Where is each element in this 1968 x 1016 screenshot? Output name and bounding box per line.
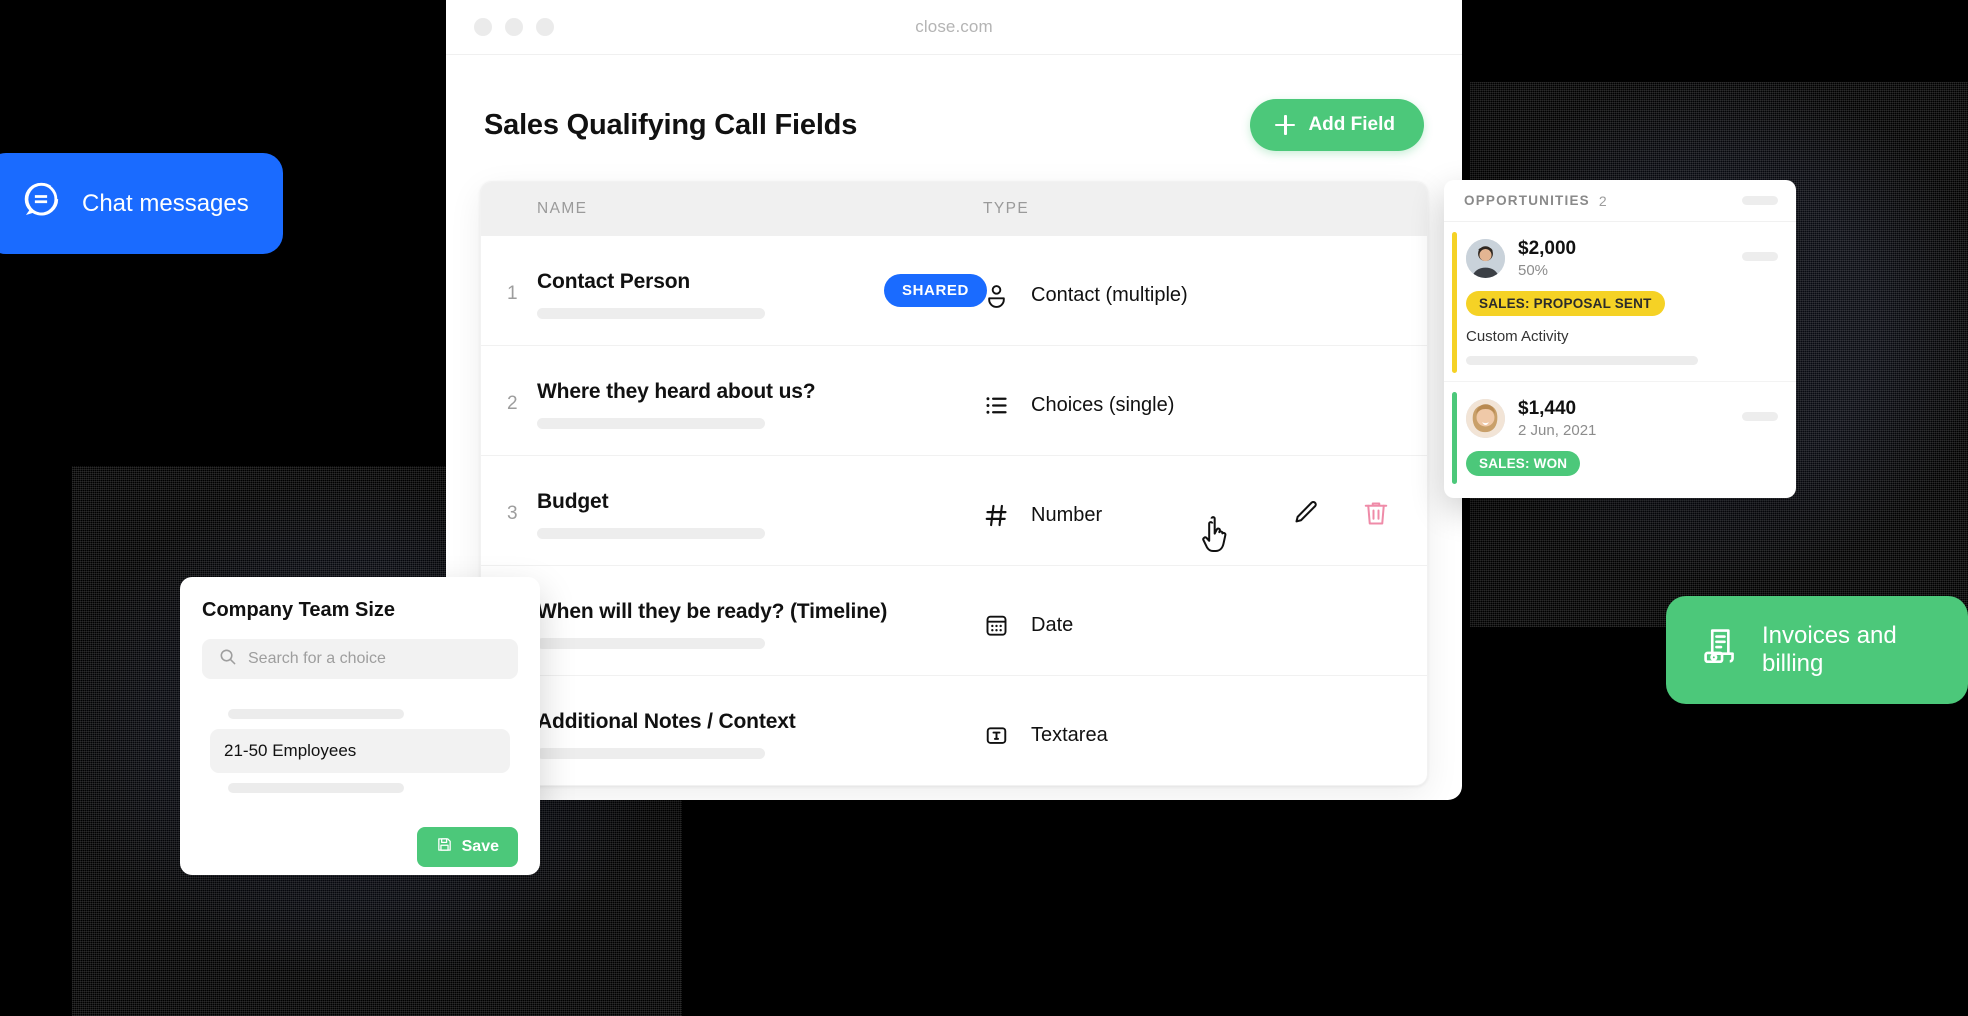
status-badge: SHARED xyxy=(884,274,987,307)
avatar xyxy=(1466,398,1505,438)
field-name: Budget xyxy=(537,490,609,513)
opportunity-subtitle: 50% xyxy=(1518,261,1549,279)
team-size-title: Company Team Size xyxy=(202,599,396,621)
field-name-placeholder xyxy=(537,308,765,319)
invoices-billing-pill[interactable]: Invoices and billing xyxy=(1666,596,1968,704)
hash-icon xyxy=(981,500,1011,530)
textarea-icon xyxy=(981,720,1011,750)
opportunities-panel: OPPORTUNITIES 2 $2,000 50% SALES: PROPOS… xyxy=(1444,180,1796,498)
field-type: Contact (multiple) xyxy=(1031,283,1188,306)
row-type-cell: Date xyxy=(981,592,1427,640)
table-header-row: NAME TYPE xyxy=(481,182,1427,236)
row-type-cell: Choices (single) xyxy=(981,372,1427,420)
opportunity-item[interactable]: $1,440 2 Jun, 2021 SALES: WON xyxy=(1444,380,1796,492)
opportunity-amount: $1,440 xyxy=(1518,397,1577,419)
row-name-cell: Additional Notes / Context xyxy=(481,702,981,759)
browser-window: close.com Sales Qualifying Call Fields A… xyxy=(446,0,1462,800)
calendar-icon xyxy=(981,610,1011,640)
opportunity-summary: $2,000 50% xyxy=(1466,238,1776,279)
field-type: Choices (single) xyxy=(1031,393,1175,416)
page-header: Sales Qualifying Call Fields Add Field xyxy=(480,55,1428,181)
field-type: Number xyxy=(1031,503,1103,526)
choice-placeholder xyxy=(228,709,404,719)
browser-chrome: close.com xyxy=(446,0,1462,55)
row-index: 1 xyxy=(507,283,518,304)
chat-messages-label: Chat messages xyxy=(82,189,249,217)
column-header-type: TYPE xyxy=(983,200,1030,217)
field-name-placeholder xyxy=(537,748,765,759)
field-name-placeholder xyxy=(537,528,765,539)
opportunity-item[interactable]: $2,000 50% SALES: PROPOSAL SENT Custom A… xyxy=(1444,222,1796,381)
search-input[interactable] xyxy=(248,650,502,668)
save-disk-icon xyxy=(436,836,453,858)
field-type: Date xyxy=(1031,613,1074,636)
add-field-button[interactable]: Add Field xyxy=(1250,99,1424,151)
opportunity-values: $1,440 2 Jun, 2021 xyxy=(1518,398,1596,439)
choice-search-field[interactable] xyxy=(202,639,518,679)
status-badge: SALES: WON xyxy=(1466,450,1581,476)
choice-placeholder xyxy=(228,783,404,793)
status-color-bar xyxy=(1452,391,1457,484)
row-type-cell: SHARED Contact (multiple) xyxy=(884,262,1427,310)
opportunities-header: OPPORTUNITIES 2 xyxy=(1444,180,1796,222)
choice-list: 21-50 Employees xyxy=(202,687,518,815)
field-name: When will they be ready? (Timeline) xyxy=(537,600,888,623)
list-icon xyxy=(981,390,1011,420)
field-type: Textarea xyxy=(1031,723,1108,746)
field-name: Where they heard about us? xyxy=(537,380,816,403)
plus-icon xyxy=(1275,115,1296,135)
row-index: 3 xyxy=(507,503,518,524)
row-name-cell: When will they be ready? (Timeline) xyxy=(481,592,981,649)
team-size-panel: Company Team Size 21-50 Employees Sav xyxy=(180,577,540,875)
column-header-name: NAME xyxy=(537,200,588,217)
table-row[interactable]: Additional Notes / Context Textarea xyxy=(481,675,1427,785)
header-placeholder xyxy=(1742,196,1778,205)
activity-placeholder xyxy=(1466,355,1698,365)
row-placeholder xyxy=(1742,252,1778,261)
screenshot-stage: Chat messages close.com Sales Qualifying… xyxy=(0,0,1968,1016)
row-name-cell: Budget xyxy=(481,482,981,539)
avatar xyxy=(1466,238,1505,278)
invoice-icon xyxy=(1700,626,1742,675)
opportunity-subtitle: 2 Jun, 2021 xyxy=(1518,421,1597,439)
table-row[interactable]: When will they be ready? (Timeline) Date xyxy=(481,565,1427,675)
row-name-cell: Where they heard about us? xyxy=(481,372,981,429)
field-name: Additional Notes / Context xyxy=(537,710,796,733)
opportunities-label: OPPORTUNITIES xyxy=(1464,193,1590,208)
field-name-placeholder xyxy=(537,638,765,649)
chat-bubble-icon xyxy=(20,179,62,228)
table-row[interactable]: 2 Where they heard about us? Choices (si… xyxy=(481,345,1427,455)
row-index: 2 xyxy=(507,393,518,414)
team-size-footer: Save xyxy=(202,827,518,867)
opportunity-amount: $2,000 xyxy=(1518,238,1577,259)
invoices-billing-label: Invoices and billing xyxy=(1762,622,1897,677)
status-color-bar xyxy=(1452,232,1457,373)
field-name-placeholder xyxy=(537,418,765,429)
row-actions[interactable] xyxy=(1291,498,1391,528)
address-bar[interactable]: close.com xyxy=(446,17,1462,37)
page-title: Sales Qualifying Call Fields xyxy=(484,108,858,141)
add-field-label: Add Field xyxy=(1308,114,1395,135)
table-row[interactable]: 3 Budget Number xyxy=(481,455,1427,565)
delete-field-button[interactable] xyxy=(1361,498,1391,528)
row-type-cell: Textarea xyxy=(981,702,1427,750)
opportunity-values: $2,000 50% xyxy=(1518,238,1576,279)
edit-field-button[interactable] xyxy=(1291,498,1321,528)
opportunities-count: 2 xyxy=(1598,192,1607,209)
activity-label: Custom Activity xyxy=(1466,327,1569,345)
page-body: Sales Qualifying Call Fields Add Field N… xyxy=(446,55,1462,786)
table-row[interactable]: 1 Contact Person SHARED Contact (multipl… xyxy=(481,236,1427,345)
save-button[interactable]: Save xyxy=(416,827,518,867)
row-placeholder xyxy=(1742,411,1778,421)
status-badge: SALES: PROPOSAL SENT xyxy=(1466,290,1665,316)
save-label: Save xyxy=(461,838,499,855)
fields-table: NAME TYPE 1 Contact Person SHARED Contac… xyxy=(480,181,1428,786)
opportunity-summary: $1,440 2 Jun, 2021 xyxy=(1466,398,1776,439)
chat-messages-pill[interactable]: Chat messages xyxy=(0,153,283,254)
choice-option-21-50-employees[interactable]: 21-50 Employees xyxy=(210,729,510,773)
search-icon xyxy=(218,647,237,671)
